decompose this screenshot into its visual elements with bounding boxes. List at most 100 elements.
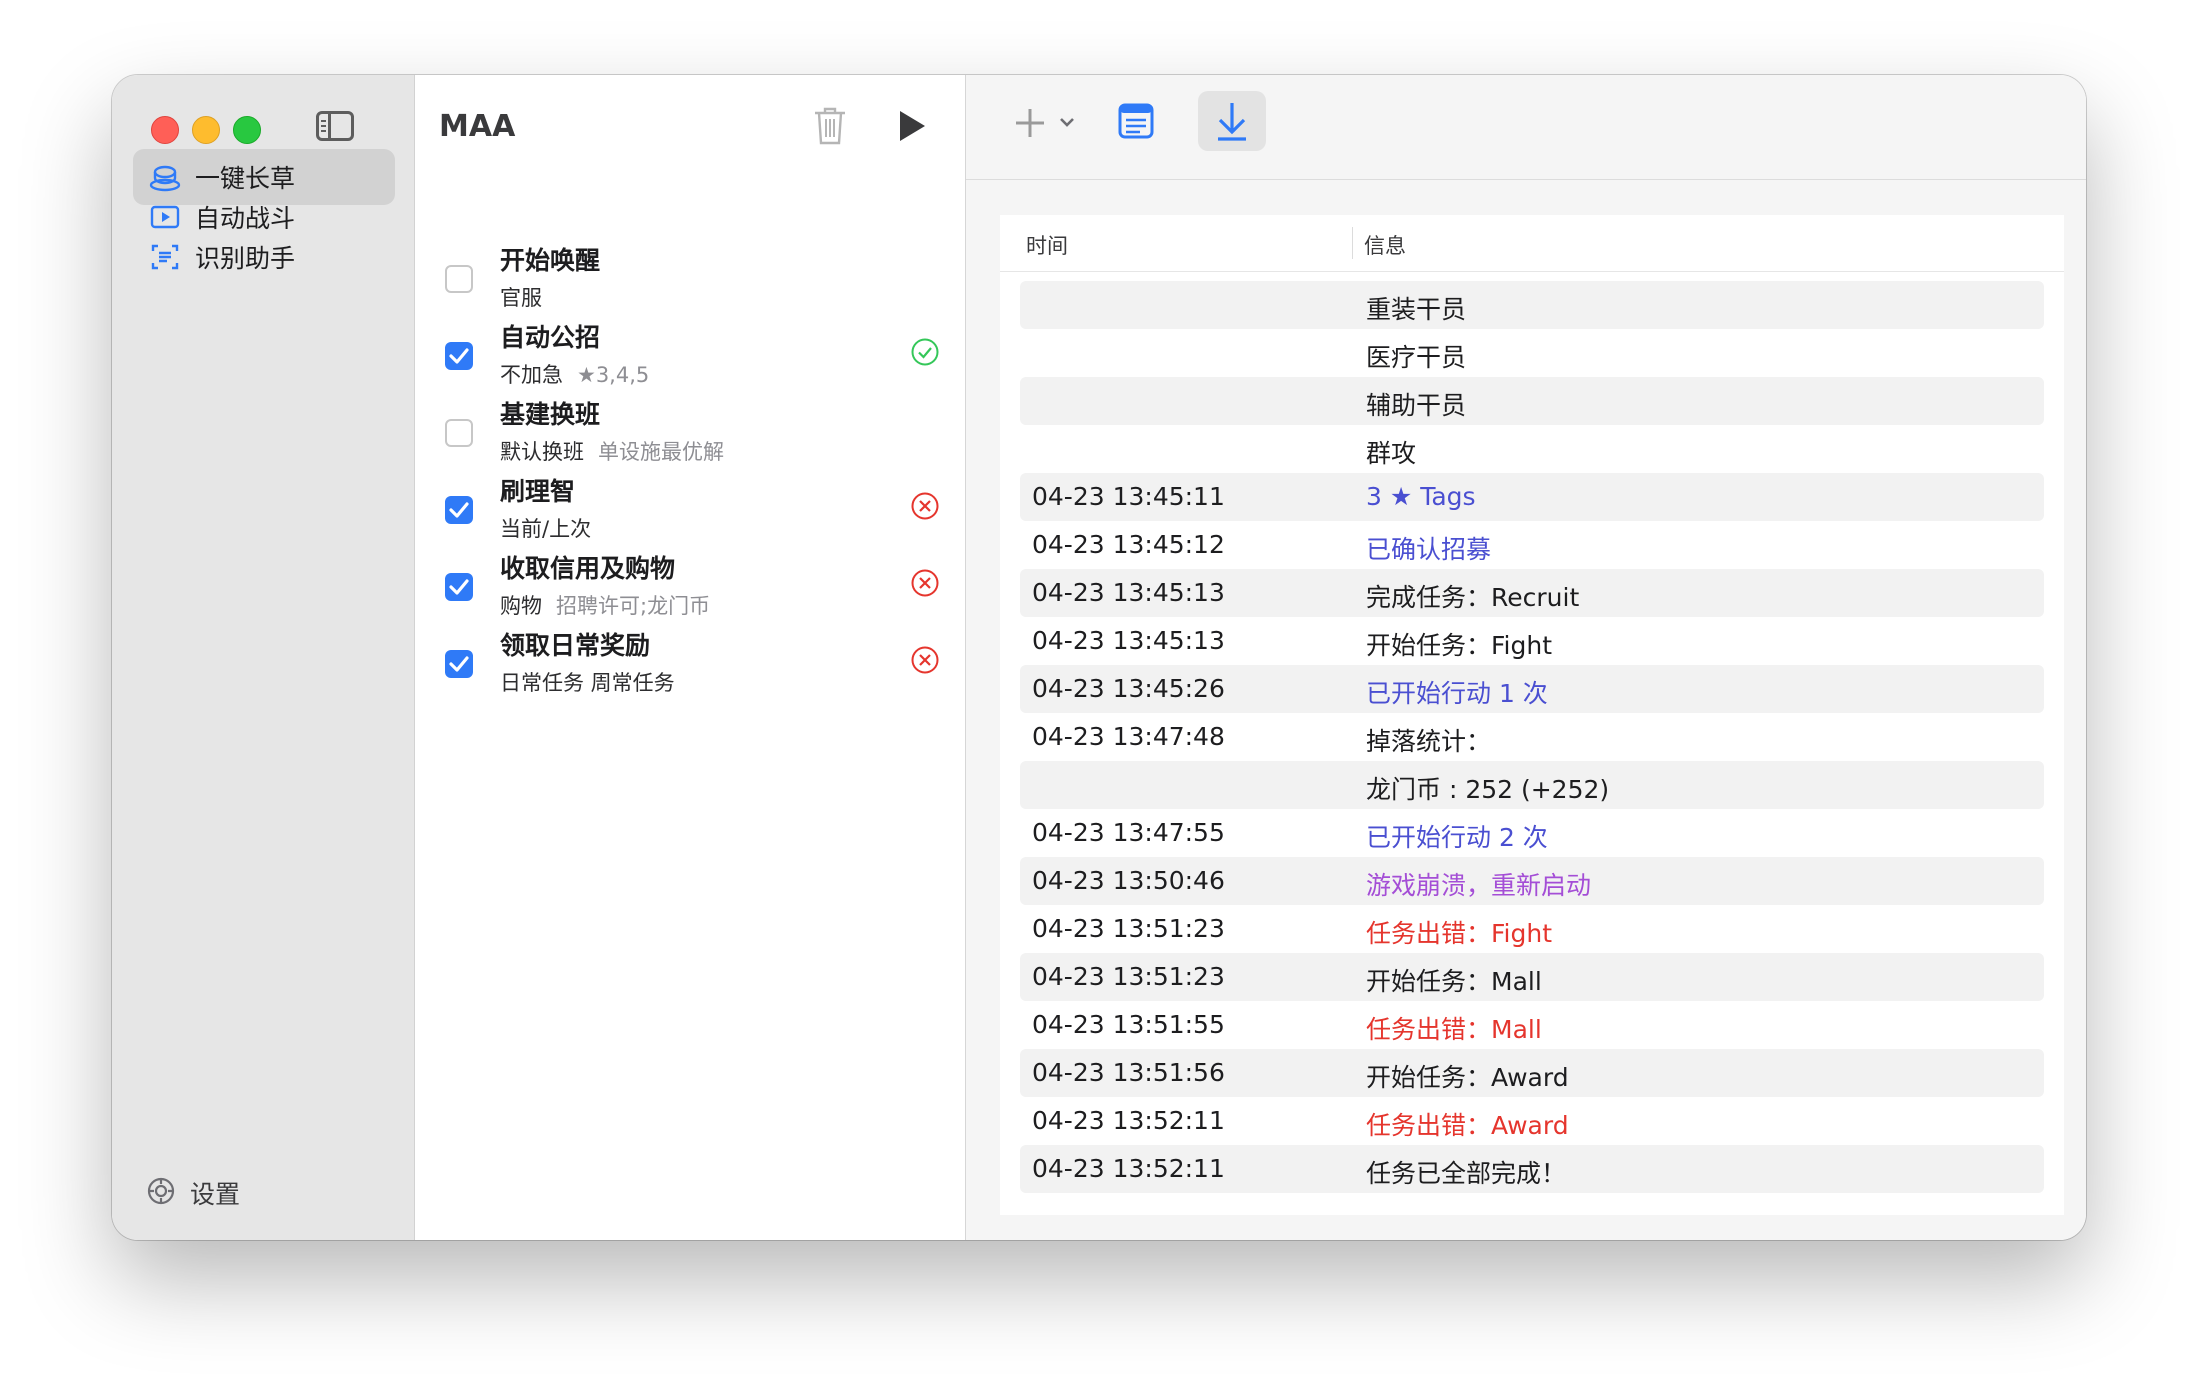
- log-row[interactable]: 04-23 13:47:55 已开始行动 2 次: [1020, 809, 2044, 857]
- task-checkbox[interactable]: [445, 496, 473, 524]
- task-option-detail: 单设施最优解: [598, 440, 724, 464]
- log-row[interactable]: 04-23 13:45:12 已确认招募: [1020, 521, 2044, 569]
- log-message: 掉落统计：: [1366, 727, 1492, 756]
- task-name: 基建换班: [500, 400, 601, 429]
- log-row[interactable]: 04-23 13:45:13 完成任务：Recruit: [1020, 569, 2044, 617]
- log-row[interactable]: 04-23 13:45:11 3 ★ Tags: [1020, 473, 2044, 521]
- zoom-window-button[interactable]: [233, 116, 261, 144]
- task-checkbox[interactable]: [445, 573, 473, 601]
- download-button[interactable]: [1198, 91, 1266, 151]
- task-subtitle: 默认换班 单设施最优解: [500, 436, 724, 466]
- log-row[interactable]: 辅助干员: [1020, 377, 2044, 425]
- log-row[interactable]: 04-23 13:52:11 任务已全部完成！: [1020, 1145, 2044, 1193]
- task-name: 领取日常奖励: [500, 631, 651, 660]
- task-subtitle: 当前/上次: [500, 513, 591, 543]
- task-checkbox[interactable]: [445, 419, 473, 447]
- column-header-time[interactable]: 时间: [1026, 230, 1068, 260]
- log-row[interactable]: 04-23 13:47:48 掉落统计：: [1020, 713, 2044, 761]
- log-message: 开始任务：Fight: [1366, 631, 1553, 660]
- start-button[interactable]: [897, 109, 927, 143]
- app-window: 一键长草 自动战斗 识别助手 设置 MAA 开始唤醒 官服 自动公招 不加急 ★…: [112, 75, 2086, 1240]
- log-time: 04-23 13:51:56: [1032, 1058, 1225, 1087]
- log-message: 游戏崩溃，重新启动: [1366, 871, 1592, 900]
- task-subtitle: 不加急 ★3,4,5: [500, 359, 649, 389]
- log-row[interactable]: 04-23 13:45:13 开始任务：Fight: [1020, 617, 2044, 665]
- log-time: 04-23 13:52:11: [1032, 1106, 1225, 1135]
- task-checkbox[interactable]: [445, 342, 473, 370]
- log-time: 04-23 13:51:23: [1032, 962, 1225, 991]
- log-time: 04-23 13:52:11: [1032, 1154, 1225, 1183]
- task-subtitle: 官服: [500, 282, 542, 312]
- log-time: 04-23 13:45:13: [1032, 578, 1225, 607]
- log-message: 任务出错：Mall: [1366, 1015, 1542, 1044]
- error-circle-icon: [910, 645, 940, 675]
- gear-icon: [146, 1176, 176, 1210]
- error-circle-icon: [910, 491, 940, 521]
- log-row[interactable]: 重装干员: [1020, 281, 2044, 329]
- log-time: 04-23 13:50:46: [1032, 866, 1225, 895]
- sidebar: 一键长草 自动战斗 识别助手 设置: [112, 75, 415, 1240]
- log-message: 医疗干员: [1366, 343, 1467, 372]
- log-row[interactable]: 04-23 13:51:23 开始任务：Mall: [1020, 953, 2044, 1001]
- error-circle-icon: [910, 568, 940, 598]
- log-message: 已开始行动 1 次: [1366, 679, 1548, 708]
- log-message: 群攻: [1366, 439, 1417, 468]
- log-row[interactable]: 04-23 13:51:55 任务出错：Mall: [1020, 1001, 2044, 1049]
- column-separator[interactable]: [1352, 227, 1353, 259]
- sidebar-item-settings[interactable]: 设置: [146, 1175, 240, 1211]
- sidebar-item-label: 识别助手: [195, 244, 296, 273]
- log-panel: 时间 信息 重装干员医疗干员辅助干员群攻 04-23 13:45:11 3 ★ Ta…: [966, 75, 2086, 1240]
- task-checkbox[interactable]: [445, 650, 473, 678]
- task-option-detail: 招聘许可;龙门币: [556, 594, 711, 618]
- log-row[interactable]: 04-23 13:51:23 任务出错：Fight: [1020, 905, 2044, 953]
- close-window-button[interactable]: [151, 116, 179, 144]
- log-row[interactable]: 群攻: [1020, 425, 2044, 473]
- task-option: 购物: [500, 594, 542, 618]
- log-row[interactable]: 04-23 13:52:11 任务出错：Award: [1020, 1097, 2044, 1145]
- log-message: 任务已全部完成！: [1366, 1159, 1567, 1188]
- task-name: 刷理智: [500, 477, 576, 506]
- log-row[interactable]: 04-23 13:50:46 游戏崩溃，重新启动: [1020, 857, 2044, 905]
- log-time: 04-23 13:45:26: [1032, 674, 1225, 703]
- text-scan-icon: [149, 241, 181, 273]
- task-name: 自动公招: [500, 323, 601, 352]
- sidebar-item-recognition[interactable]: 识别助手: [133, 229, 395, 285]
- add-menu-button[interactable]: [1006, 101, 1084, 145]
- column-header-info[interactable]: 信息: [1364, 230, 1406, 260]
- log-message: 3 ★ Tags: [1366, 482, 1476, 511]
- log-time: 04-23 13:51:23: [1032, 914, 1225, 943]
- log-time: 04-23 13:47:55: [1032, 818, 1225, 847]
- log-time: 04-23 13:51:55: [1032, 1010, 1225, 1039]
- task-panel: MAA 开始唤醒官服自动公招不加急 ★3,4,5 基建换班默认换班 单设施最优解 刷理智…: [415, 75, 966, 1240]
- log-row[interactable]: 04-23 13:45:26 已开始行动 1 次: [1020, 665, 2044, 713]
- log-time: 04-23 13:45:13: [1032, 626, 1225, 655]
- log-message: 任务出错：Fight: [1366, 919, 1553, 948]
- log-row[interactable]: 04-23 13:51:56 开始任务：Award: [1020, 1049, 2044, 1097]
- document-icon[interactable]: [1116, 101, 1156, 141]
- log-message: 重装干员: [1366, 295, 1467, 324]
- page-title: MAA: [439, 109, 516, 144]
- log-message: 龙门币 : 252 (+252): [1366, 775, 1610, 804]
- log-message: 完成任务：Recruit: [1366, 583, 1580, 612]
- task-option: 默认换班: [500, 440, 584, 464]
- task-option: 当前/上次: [500, 517, 592, 541]
- settings-label: 设置: [190, 1180, 241, 1209]
- task-option: 官服: [500, 286, 542, 310]
- task-item[interactable]: 领取日常奖励 日常任务 周常任务: [445, 623, 945, 713]
- log-row[interactable]: 龙门币 : 252 (+252): [1020, 761, 2044, 809]
- task-name: 开始唤醒: [500, 246, 601, 275]
- log-toolbar: [966, 75, 2086, 180]
- log-message: 辅助干员: [1366, 391, 1467, 420]
- log-row[interactable]: 医疗干员: [1020, 329, 2044, 377]
- log-time: 04-23 13:45:12: [1032, 530, 1225, 559]
- log-message: 已开始行动 2 次: [1366, 823, 1548, 852]
- task-checkbox[interactable]: [445, 265, 473, 293]
- task-name: 收取信用及购物: [500, 554, 676, 583]
- checkmark-circle-icon: [910, 337, 940, 367]
- log-message: 任务出错：Award: [1366, 1111, 1569, 1140]
- trash-icon[interactable]: [812, 105, 848, 147]
- log-table: 时间 信息 重装干员医疗干员辅助干员群攻 04-23 13:45:11 3 ★ Ta…: [1000, 215, 2064, 1215]
- log-time: 04-23 13:45:11: [1032, 482, 1225, 511]
- minimize-window-button[interactable]: [192, 116, 220, 144]
- sidebar-toggle-icon[interactable]: [316, 111, 354, 141]
